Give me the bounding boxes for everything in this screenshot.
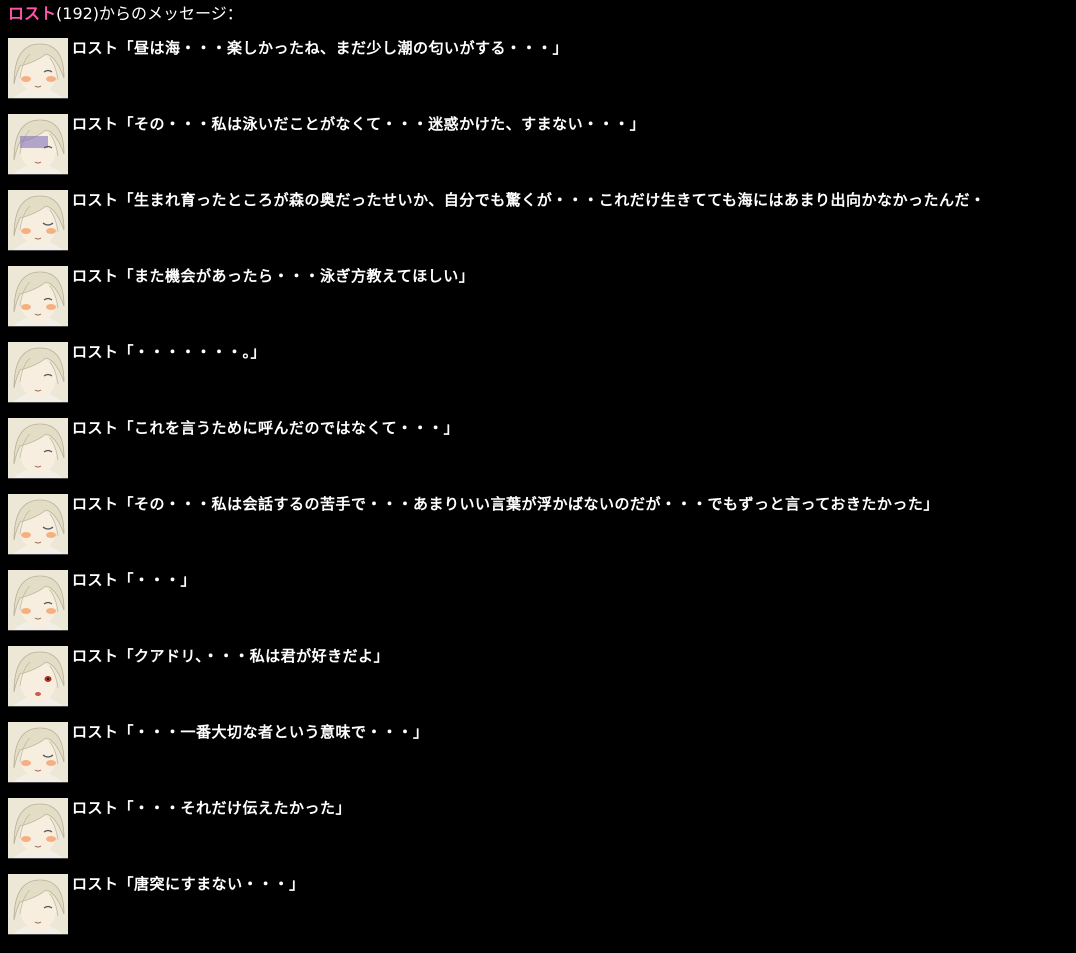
message-row: ロスト「唐突にすまない・・・」	[8, 874, 1076, 935]
speaker-name: ロスト	[72, 267, 119, 285]
message-text: ロスト「・・・・・・・。」	[72, 343, 266, 361]
message-body: 「昼は海・・・楽しかったね、まだ少し潮の匂いがする・・・」	[118, 39, 569, 57]
message-text: ロスト「唐突にすまない・・・」	[72, 875, 305, 893]
message-text: ロスト「・・・それだけ伝えたかった」	[72, 799, 351, 817]
message-text: ロスト「昼は海・・・楽しかったね、まだ少し潮の匂いがする・・・」	[72, 39, 568, 57]
message-row: ロスト「・・・一番大切な者という意味で・・・」	[8, 722, 1076, 783]
speaker-name: ロスト	[72, 495, 119, 513]
portrait-closed-eyes-icon	[8, 342, 68, 403]
speaker-name: ロスト	[72, 343, 119, 361]
message-text: ロスト「・・・一番大切な者という意味で・・・」	[72, 723, 429, 741]
message-body: 「クアドリ、・・・私は君が好きだよ」	[118, 647, 390, 665]
message-body: 「・・・それだけ伝えたかった」	[118, 799, 352, 817]
message-body: 「・・・・・・・。」	[118, 343, 267, 361]
speaker-name: ロスト	[72, 723, 119, 741]
message-row: ロスト「昼は海・・・楽しかったね、まだ少し潮の匂いがする・・・」	[8, 38, 1076, 99]
message-body: 「・・・」	[118, 571, 197, 589]
portrait-blush-icon	[8, 570, 68, 631]
speaker-name: ロスト	[72, 115, 119, 133]
speaker-name: ロスト	[72, 39, 119, 57]
message-header: ロスト(192)からのメッセージ：	[8, 4, 243, 24]
portrait-neutral-icon	[8, 874, 68, 935]
message-text: ロスト「また機会があったら・・・泳ぎ方教えてほしい」	[72, 267, 474, 285]
message-text: ロスト「その・・・私は会話するの苦手で・・・あまりいい言葉が浮かばないのだが・・…	[72, 495, 939, 513]
sender-name-link[interactable]: ロスト	[8, 4, 56, 23]
message-row: ロスト「・・・それだけ伝えたかった」	[8, 798, 1076, 859]
portrait-open-eye-icon	[8, 646, 68, 707]
message-body: 「これを言うために呼んだのではなくて・・・」	[118, 419, 460, 437]
portrait-smile-blush-icon	[8, 798, 68, 859]
message-body: 「その・・・私は泳いだことがなくて・・・迷惑かけた、すまない・・・」	[118, 115, 646, 133]
message-text: ロスト「・・・」	[72, 571, 196, 589]
speaker-name: ロスト	[72, 191, 119, 209]
message-row: ロスト「その・・・私は泳いだことがなくて・・・迷惑かけた、すまない・・・」	[8, 114, 1076, 175]
header-suffix: からのメッセージ：	[99, 4, 243, 23]
message-row: ロスト「また機会があったら・・・泳ぎ方教えてほしい」	[8, 266, 1076, 327]
speaker-name: ロスト	[72, 571, 119, 589]
message-row: ロスト「その・・・私は会話するの苦手で・・・あまりいい言葉が浮かばないのだが・・…	[8, 494, 1076, 555]
portrait-wink-blush-icon	[8, 494, 68, 555]
speaker-name: ロスト	[72, 647, 119, 665]
message-text: ロスト「これを言うために呼んだのではなくて・・・」	[72, 419, 459, 437]
portrait-wink-blush-icon	[8, 722, 68, 783]
message-body: 「・・・一番大切な者という意味で・・・」	[118, 723, 429, 741]
portrait-gloomy-icon	[8, 114, 68, 175]
message-body: 「唐突にすまない・・・」	[118, 875, 305, 893]
portrait-wink-icon	[8, 190, 68, 251]
portrait-closed-eyes-icon	[8, 418, 68, 479]
message-text: ロスト「生まれ育ったところが森の奥だったせいか、自分でも驚くが・・・これだけ生き…	[72, 191, 985, 209]
message-body: 「その・・・私は会話するの苦手で・・・あまりいい言葉が浮かばないのだが・・・でも…	[118, 495, 939, 513]
message-text: ロスト「クアドリ、・・・私は君が好きだよ」	[72, 647, 389, 665]
portrait-shy-icon	[8, 266, 68, 327]
sender-id: (192)	[56, 4, 100, 23]
speaker-name: ロスト	[72, 419, 119, 437]
message-row: ロスト「・・・」	[8, 570, 1076, 631]
message-body: 「生まれ育ったところが森の奥だったせいか、自分でも驚くが・・・これだけ生きてても…	[118, 191, 986, 209]
speaker-name: ロスト	[72, 799, 119, 817]
portrait-smile-icon	[8, 38, 68, 99]
speaker-name: ロスト	[72, 875, 119, 893]
message-row: ロスト「生まれ育ったところが森の奥だったせいか、自分でも驚くが・・・これだけ生き…	[8, 190, 1076, 251]
message-text: ロスト「その・・・私は泳いだことがなくて・・・迷惑かけた、すまない・・・」	[72, 115, 645, 133]
message-row: ロスト「これを言うために呼んだのではなくて・・・」	[8, 418, 1076, 479]
message-body: 「また機会があったら・・・泳ぎ方教えてほしい」	[118, 267, 475, 285]
message-row: ロスト「・・・・・・・。」	[8, 342, 1076, 403]
message-list: ロスト「昼は海・・・楽しかったね、まだ少し潮の匂いがする・・・」 ロスト「その・…	[8, 38, 1076, 950]
message-row: ロスト「クアドリ、・・・私は君が好きだよ」	[8, 646, 1076, 707]
